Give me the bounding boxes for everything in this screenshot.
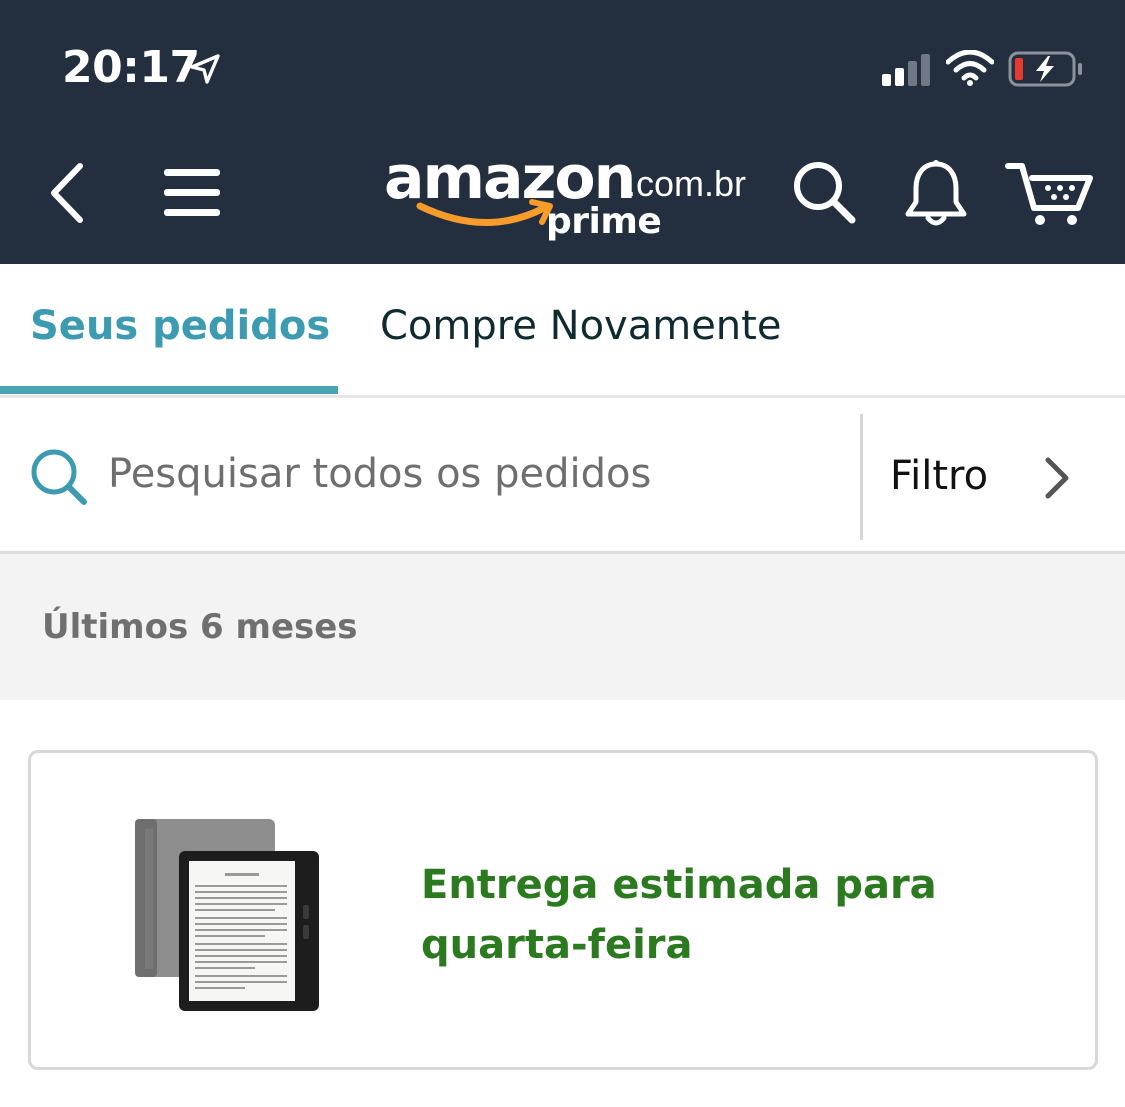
cart-button[interactable]: [1004, 158, 1096, 230]
filter-label: Filtro: [890, 453, 989, 499]
search-orders-input[interactable]: [108, 438, 848, 510]
app-header: 20:17 amazon .com.br prime: [0, 0, 1125, 264]
back-button[interactable]: [40, 158, 96, 228]
product-image: [135, 819, 319, 1011]
wifi-icon: [946, 50, 994, 86]
back-icon: [51, 163, 83, 223]
location-arrow-icon: [190, 54, 220, 84]
tab-your-orders[interactable]: Seus pedidos: [30, 298, 330, 354]
logo-prime: prime: [546, 201, 662, 242]
amazon-prime-logo[interactable]: amazon .com.br prime: [380, 138, 752, 250]
delivery-status: Entrega estimada para quarta-feira: [421, 862, 937, 968]
menu-button[interactable]: [160, 160, 226, 226]
active-tab-indicator: [0, 386, 338, 394]
order-tabs: Seus pedidos Compre Novamente: [0, 264, 1125, 398]
divider: [860, 414, 863, 540]
amazon-smile-icon: [416, 199, 553, 226]
section-title: Últimos 6 meses: [42, 607, 358, 647]
filter-button[interactable]: Filtro: [864, 398, 1125, 551]
notifications-button[interactable]: [902, 158, 970, 230]
search-icon: [31, 449, 87, 505]
cart-icon: [1005, 163, 1093, 225]
battery-charging-icon: [1008, 51, 1082, 87]
orders-search-bar: Filtro: [0, 398, 1125, 554]
search-icon: [794, 162, 856, 224]
cellular-signal-icon: [882, 54, 930, 86]
section-header: Últimos 6 meses: [0, 554, 1125, 700]
chevron-right-icon: [1045, 457, 1069, 499]
header-search-button[interactable]: [792, 160, 858, 226]
status-time: 20:17: [62, 42, 200, 93]
tab-buy-again[interactable]: Compre Novamente: [380, 298, 781, 354]
order-card[interactable]: Entrega estimada para quarta-feira: [28, 750, 1098, 1070]
bell-icon: [905, 160, 967, 226]
menu-icon: [164, 169, 220, 216]
